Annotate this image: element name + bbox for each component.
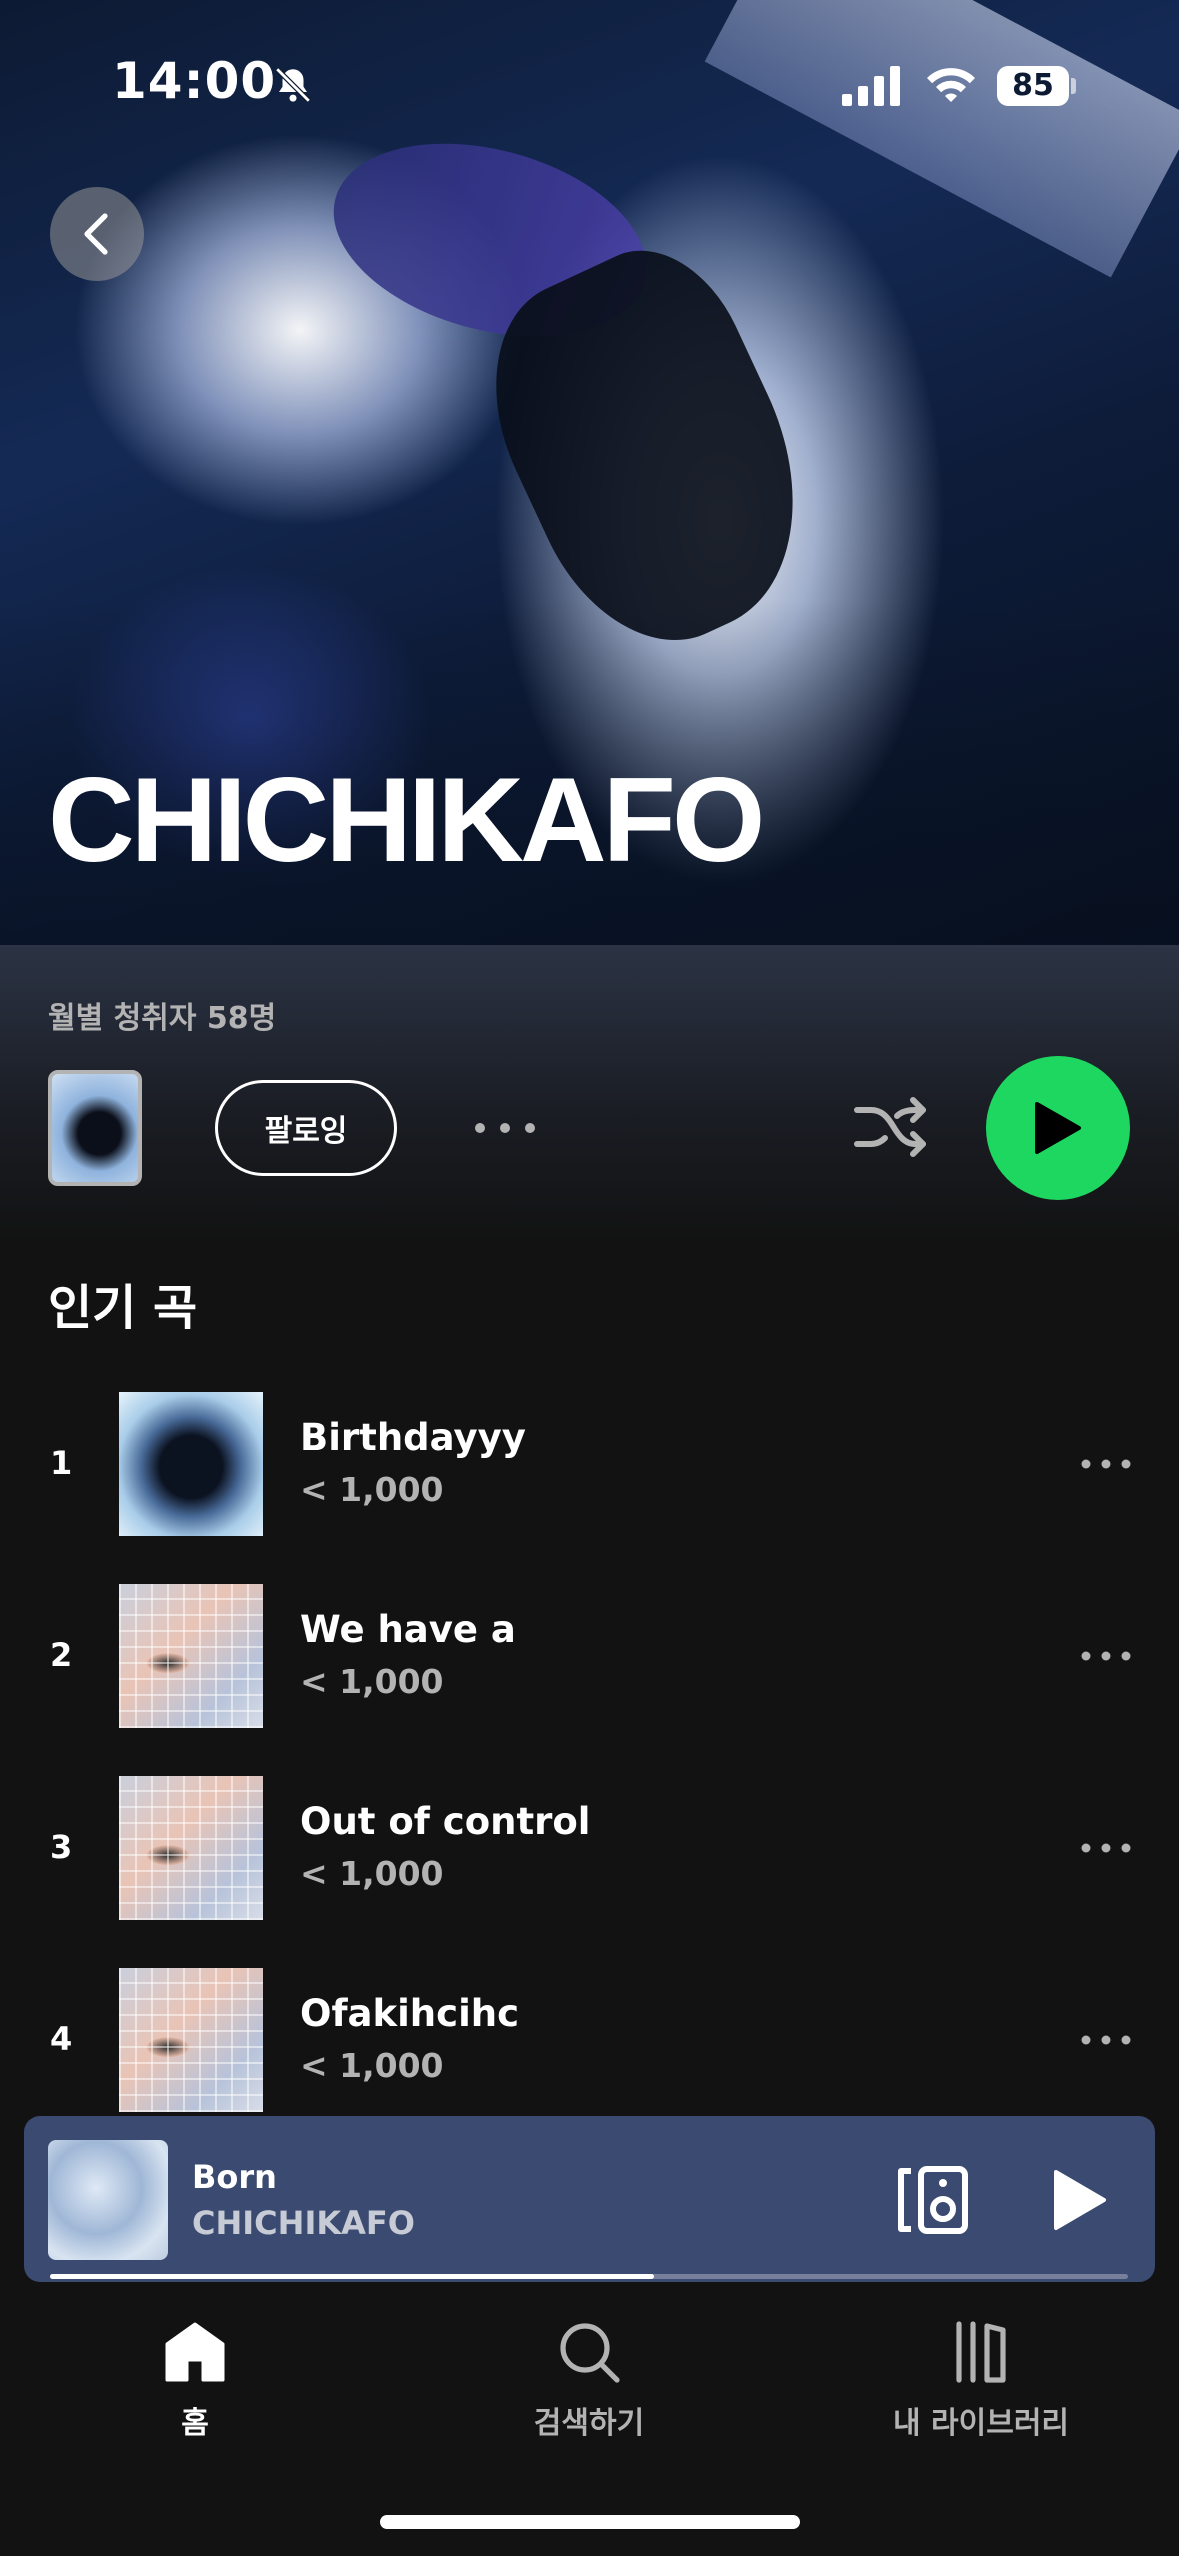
track-title: Ofakihcihc (300, 1992, 520, 2035)
nav-home-label: 홈 (181, 2406, 209, 2441)
track-artwork (119, 1776, 263, 1920)
play-button[interactable] (986, 1056, 1130, 1200)
artist-thumbnail[interactable] (48, 1070, 142, 1186)
track-row[interactable]: 4 Ofakihcihc < 1,000 (0, 1968, 1179, 2118)
track-artwork (119, 1392, 263, 1536)
battery-nub (1071, 78, 1076, 94)
track-rank: 1 (50, 1444, 73, 1482)
shuffle-icon[interactable] (853, 1092, 929, 1162)
track-title: We have a (300, 1608, 516, 1651)
battery-icon: 85 (997, 66, 1069, 106)
nav-library[interactable]: 내 라이브러리 (851, 2320, 1111, 2442)
track-row[interactable]: 3 Out of control < 1,000 (0, 1776, 1179, 1926)
track-play-count: < 1,000 (300, 1854, 444, 1893)
nav-library-label: 내 라이브러리 (892, 2406, 1070, 2441)
track-artwork (119, 1968, 263, 2112)
home-icon (165, 2322, 225, 2382)
mini-player[interactable] (24, 2116, 1155, 2282)
track-row[interactable]: 1 Birthdayyy < 1,000 (0, 1392, 1179, 1542)
search-icon (560, 2323, 620, 2383)
track-rank: 4 (50, 2020, 73, 2058)
follow-button[interactable]: 팔로잉 (215, 1080, 397, 1176)
track-title: Birthdayyy (300, 1416, 526, 1459)
track-play-count: < 1,000 (300, 2046, 444, 2085)
now-playing-artwork (48, 2140, 168, 2260)
track-title: Out of control (300, 1800, 591, 1843)
track-more-icon[interactable] (1080, 1838, 1132, 1858)
track-rank: 2 (50, 1636, 73, 1674)
artist-name: CHICHIKAFO (48, 753, 765, 887)
popular-section-title: 인기 곡 (48, 1280, 198, 1336)
nav-home[interactable]: 홈 (65, 2320, 325, 2442)
track-rank: 3 (50, 1828, 73, 1866)
nav-search-label: 검색하기 (533, 2406, 645, 2441)
now-playing-title: Born (192, 2158, 277, 2196)
home-indicator (380, 2515, 800, 2529)
bell-slash-icon (275, 67, 311, 103)
library-icon (956, 2321, 1006, 2383)
mini-play-icon[interactable] (1050, 2168, 1110, 2232)
track-play-count: < 1,000 (300, 1662, 444, 1701)
wifi-icon (927, 68, 975, 102)
track-more-icon[interactable] (1080, 1454, 1132, 1474)
play-icon (1035, 1102, 1081, 1154)
monthly-listeners: 월별 청취자 58명 (48, 1001, 277, 1036)
playback-progress-fill (50, 2274, 654, 2279)
signal-icon (842, 66, 900, 106)
connect-device-icon[interactable] (895, 2165, 971, 2235)
track-artwork (119, 1584, 263, 1728)
now-playing-artist: CHICHIKAFO (192, 2204, 415, 2242)
nav-search[interactable]: 검색하기 (459, 2320, 719, 2442)
chevron-left-icon (84, 213, 108, 255)
track-more-icon[interactable] (1080, 2030, 1132, 2050)
track-row[interactable]: 2 We have a < 1,000 (0, 1584, 1179, 1734)
track-play-count: < 1,000 (300, 1470, 444, 1509)
back-button[interactable] (50, 187, 144, 281)
track-more-icon[interactable] (1080, 1646, 1132, 1666)
more-options-icon[interactable] (470, 1108, 540, 1148)
status-time: 14:00 (112, 52, 277, 110)
